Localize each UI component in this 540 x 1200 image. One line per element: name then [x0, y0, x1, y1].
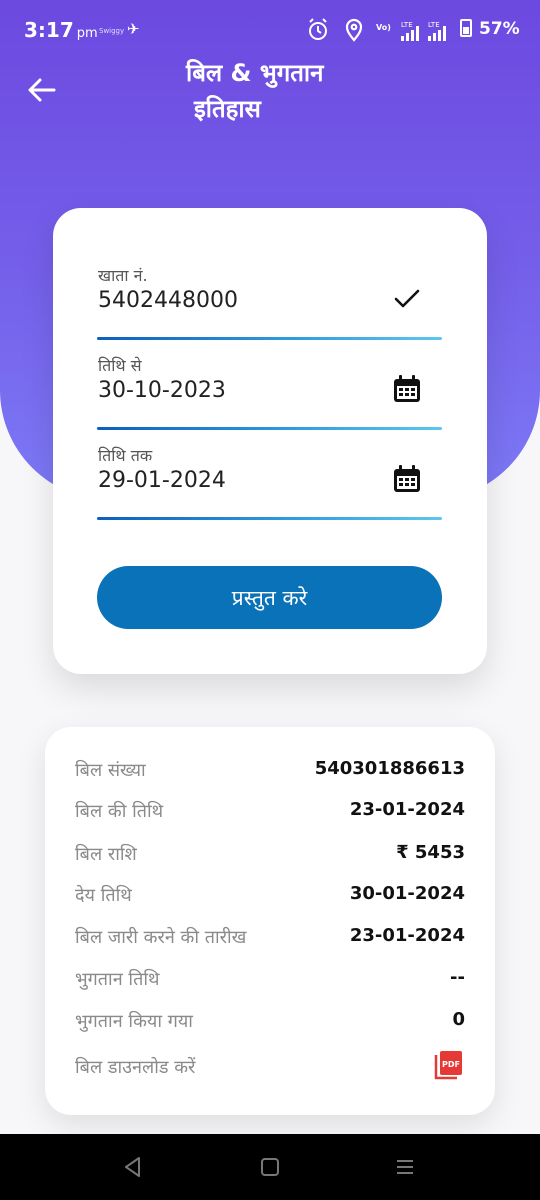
account-number-label: खाता नं.	[98, 266, 148, 285]
detail-value: 23-01-2024	[349, 799, 465, 820]
alarm-icon	[309, 18, 327, 40]
to-date-underline	[97, 517, 442, 520]
bill-download-row[interactable]: बिल डाउनलोड करें PDF	[75, 1047, 465, 1087]
location-icon	[345, 18, 363, 42]
detail-value: ₹ 5453	[396, 842, 465, 863]
from-date-field[interactable]: तिथि से 30-10-2023	[97, 354, 442, 430]
status-icons: Vo) LTE LTE	[309, 18, 446, 42]
to-date-value[interactable]: 29-01-2024	[98, 468, 226, 493]
page-title-line1: बिल & भुगतान	[186, 59, 324, 87]
status-bar: 3:17 pm Swiggy ✈ Vo) LTE LTE 57%	[0, 0, 540, 62]
detail-value: 23-01-2024	[349, 925, 465, 946]
issue-date-row: बिल जारी करने की तारीख 23-01-2024	[75, 917, 465, 957]
check-icon	[394, 289, 420, 308]
back-arrow-icon[interactable]	[26, 74, 58, 106]
submit-button[interactable]: प्रस्तुत करे	[97, 566, 442, 629]
account-number-field[interactable]: खाता नं. 5402448000	[97, 264, 442, 340]
to-date-field[interactable]: तिथि तक 29-01-2024	[97, 444, 442, 520]
detail-label: भुगतान तिथि	[75, 969, 160, 990]
detail-value: 30-01-2024	[349, 883, 465, 904]
detail-label: देय तिथि	[75, 885, 132, 906]
status-time: 3:17 pm	[24, 18, 98, 42]
bill-date-row: बिल की तिथि 23-01-2024	[75, 791, 465, 831]
search-form-card: खाता नं. 5402448000 तिथि से 30-10-2023 त…	[53, 208, 487, 674]
nav-back-icon[interactable]	[121, 1155, 145, 1179]
battery-percent: 57%	[479, 19, 520, 39]
detail-label: बिल संख्या	[75, 760, 146, 781]
detail-value: 0	[452, 1009, 465, 1030]
account-number-value[interactable]: 5402448000	[98, 288, 238, 313]
bill-details-card: बिल संख्या 540301886613 बिल की तिथि 23-0…	[45, 727, 495, 1115]
from-date-underline	[97, 427, 442, 430]
system-nav-bar	[0, 1134, 540, 1200]
detail-label: भुगतान किया गया	[75, 1011, 193, 1032]
page-title: बिल & भुगतान इतिहास	[186, 55, 323, 127]
from-date-value[interactable]: 30-10-2023	[98, 378, 226, 403]
lte-label-1: LTE	[401, 21, 413, 29]
nav-recents-icon[interactable]	[393, 1155, 417, 1179]
notification-swiggy-icon: Swiggy	[99, 27, 125, 35]
payment-date-row: भुगतान तिथि --	[75, 959, 465, 999]
due-date-row: देय तिथि 30-01-2024	[75, 875, 465, 915]
account-number-underline	[97, 337, 442, 340]
calendar-icon[interactable]	[392, 374, 422, 404]
detail-value: --	[450, 967, 465, 988]
detail-value: 540301886613	[314, 758, 465, 779]
pdf-download-icon[interactable]: PDF	[433, 1049, 463, 1081]
from-date-label: तिथि से	[98, 356, 142, 375]
detail-label: बिल डाउनलोड करें	[75, 1057, 196, 1078]
volte-label: Vo)	[376, 23, 391, 32]
detail-label: बिल जारी करने की तारीख	[75, 927, 247, 948]
detail-label: बिल राशि	[75, 844, 137, 865]
nav-home-icon[interactable]	[258, 1155, 282, 1179]
page-title-line2: इतिहास	[194, 95, 261, 123]
battery-icon	[460, 19, 472, 37]
bill-number-row: बिल संख्या 540301886613	[75, 750, 465, 790]
notification-plane-icon: ✈	[127, 20, 140, 38]
amount-paid-row: भुगतान किया गया 0	[75, 1001, 465, 1041]
to-date-label: तिथि तक	[98, 446, 153, 465]
status-ampm: pm	[76, 26, 98, 41]
svg-text:PDF: PDF	[442, 1060, 460, 1069]
bill-amount-row: बिल राशि ₹ 5453	[75, 834, 465, 874]
lte-label-2: LTE	[428, 21, 440, 29]
calendar-icon[interactable]	[392, 464, 422, 494]
detail-label: बिल की तिथि	[75, 801, 164, 822]
